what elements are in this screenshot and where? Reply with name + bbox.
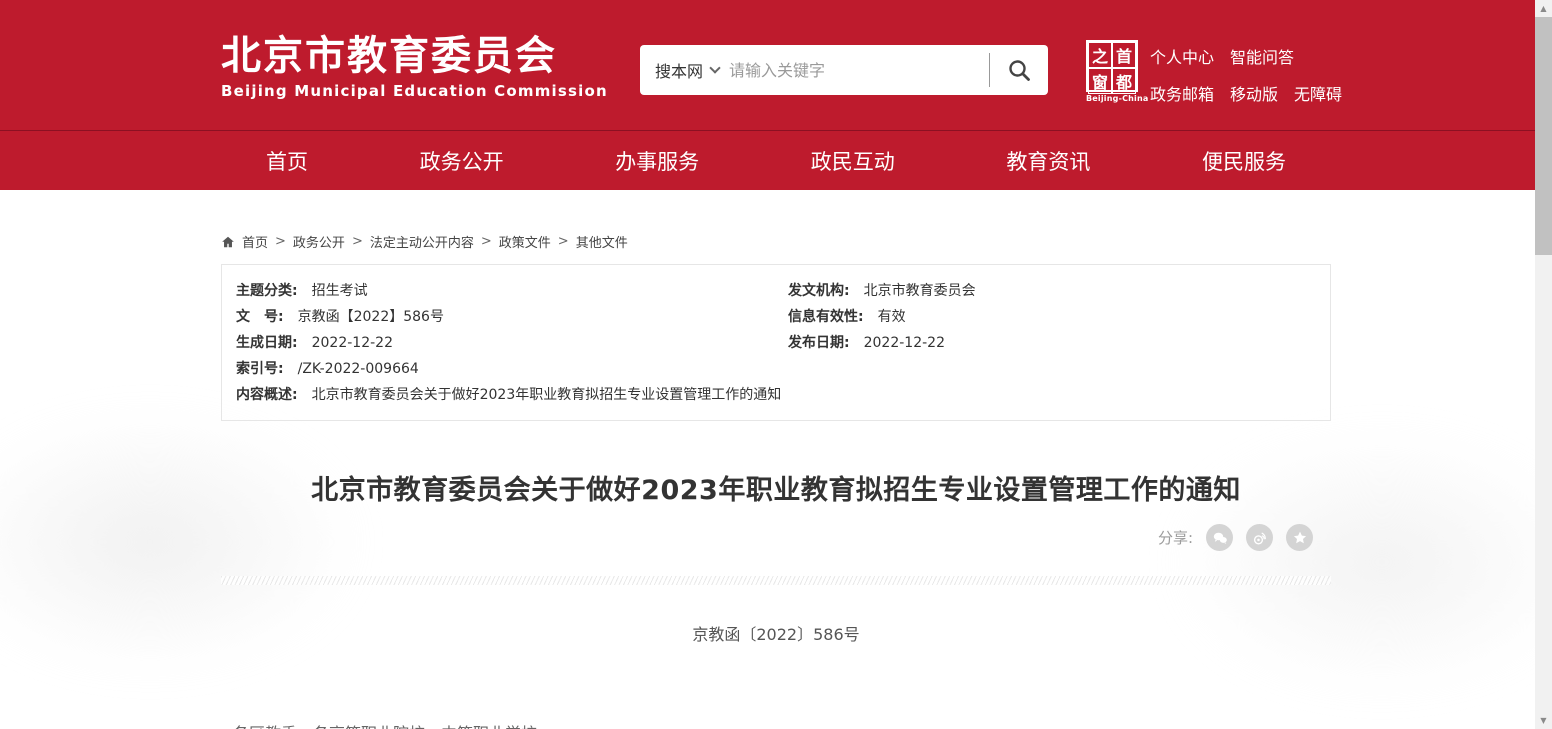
meta-field-label: 主题分类: bbox=[236, 278, 298, 304]
meta-field-label: 文 号: bbox=[236, 304, 284, 330]
site-logo[interactable]: 北京市教育委员会 Beijing Municipal Education Com… bbox=[221, 33, 608, 100]
share-label: 分享: bbox=[1158, 527, 1193, 548]
meta-field-label: 生成日期: bbox=[236, 330, 298, 356]
capital-window-cell: 窗 bbox=[1088, 68, 1112, 94]
breadcrumb-item-statutory-content[interactable]: 法定主动公开内容 bbox=[370, 232, 474, 251]
hatched-divider bbox=[221, 576, 1331, 585]
share-weibo-button[interactable] bbox=[1246, 524, 1273, 551]
article-body-line: 各区教委，各高等职业院校，中等职业学校： bbox=[221, 721, 1331, 729]
site-title: 北京市教育委员会 bbox=[221, 33, 608, 79]
scrollbar-down-arrow[interactable]: ▼ bbox=[1535, 712, 1552, 729]
capital-window-caption: Beijing-China bbox=[1086, 94, 1140, 103]
site-header: 北京市教育委员会 Beijing Municipal Education Com… bbox=[0, 0, 1552, 130]
breadcrumb-separator: > bbox=[352, 234, 363, 249]
capital-window-cell: 都 bbox=[1112, 68, 1136, 94]
document-meta-box: 主题分类: 招生考试 文 号: 京教函【2022】586号 生成日期: 2022… bbox=[221, 264, 1331, 421]
capital-window-cell: 首 bbox=[1112, 42, 1136, 68]
meta-field-value: 招生考试 bbox=[312, 278, 368, 304]
home-icon bbox=[221, 235, 235, 249]
breadcrumb-item-other-files[interactable]: 其他文件 bbox=[576, 232, 628, 251]
page: 北京市教育委员会 Beijing Municipal Education Com… bbox=[0, 0, 1552, 729]
meta-field-value: 有效 bbox=[878, 304, 906, 330]
link-personal-center[interactable]: 个人中心 bbox=[1150, 44, 1214, 68]
nav-item-services[interactable]: 办事服务 bbox=[615, 146, 699, 176]
meta-row-creation-date: 生成日期: 2022-12-22 bbox=[236, 330, 788, 356]
share-qzone-button[interactable] bbox=[1286, 524, 1313, 551]
meta-field-value: /ZK-2022-009664 bbox=[298, 356, 419, 382]
nav-item-home[interactable]: 首页 bbox=[266, 146, 308, 176]
page-title: 北京市教育委员会关于做好2023年职业教育拟招生专业设置管理工作的通知 bbox=[221, 468, 1331, 507]
breadcrumb: 首页 > 政务公开 > 法定主动公开内容 > 政策文件 > 其他文件 bbox=[221, 232, 1331, 251]
scrollbar-up-arrow[interactable]: ▲ bbox=[1535, 0, 1552, 17]
meta-field-value: 2022-12-22 bbox=[864, 330, 945, 356]
main-content: 首页 > 政务公开 > 法定主动公开内容 > 政策文件 > 其他文件 主题分类:… bbox=[0, 232, 1552, 729]
breadcrumb-separator: > bbox=[275, 234, 286, 249]
link-smart-qa[interactable]: 智能问答 bbox=[1230, 44, 1294, 68]
search-icon bbox=[1007, 58, 1031, 82]
nav-item-interaction[interactable]: 政民互动 bbox=[811, 146, 895, 176]
link-mobile-version[interactable]: 移动版 bbox=[1230, 81, 1278, 105]
nav-item-convenience[interactable]: 便民服务 bbox=[1202, 146, 1286, 176]
meta-row-validity: 信息有效性: 有效 bbox=[788, 304, 1316, 330]
breadcrumb-item-policy-files[interactable]: 政策文件 bbox=[499, 232, 551, 251]
link-accessibility[interactable]: 无障碍 bbox=[1294, 81, 1342, 105]
capital-window-grid: 之 首 窗 都 bbox=[1086, 40, 1138, 92]
meta-field-value: 北京市教育委员会关于做好2023年职业教育拟招生专业设置管理工作的通知 bbox=[312, 382, 782, 408]
search-input[interactable] bbox=[729, 61, 989, 80]
share-wechat-button[interactable] bbox=[1206, 524, 1233, 551]
meta-row-summary: 内容概述: 北京市教育委员会关于做好2023年职业教育拟招生专业设置管理工作的通… bbox=[236, 382, 1316, 408]
meta-field-label: 发文机构: bbox=[788, 278, 850, 304]
star-icon bbox=[1291, 529, 1309, 547]
meta-row-index-number: 索引号: /ZK-2022-009664 bbox=[236, 356, 788, 382]
search-bar: 搜本网 bbox=[640, 45, 1048, 95]
search-scope-label: 搜本网 bbox=[655, 58, 703, 82]
breadcrumb-separator: > bbox=[481, 234, 492, 249]
meta-row-topic: 主题分类: 招生考试 bbox=[236, 278, 788, 304]
meta-field-label: 索引号: bbox=[236, 356, 284, 382]
main-nav: 首页 政务公开 办事服务 政民互动 教育资讯 便民服务 bbox=[0, 130, 1552, 190]
capital-window-cell: 之 bbox=[1088, 42, 1112, 68]
chevron-down-icon bbox=[709, 62, 720, 73]
meta-row-doc-number: 文 号: 京教函【2022】586号 bbox=[236, 304, 788, 330]
meta-field-label: 发布日期: bbox=[788, 330, 850, 356]
meta-field-value: 2022-12-22 bbox=[312, 330, 393, 356]
meta-field-label: 内容概述: bbox=[236, 382, 298, 408]
search-button[interactable] bbox=[990, 45, 1048, 95]
document-number: 京教函〔2022〕586号 bbox=[221, 621, 1331, 645]
search-scope-dropdown[interactable]: 搜本网 bbox=[640, 58, 729, 82]
breadcrumb-separator: > bbox=[558, 234, 569, 249]
breadcrumb-item-home[interactable]: 首页 bbox=[242, 232, 268, 251]
share-row: 分享: bbox=[221, 524, 1331, 551]
meta-row-publish-date: 发布日期: 2022-12-22 bbox=[788, 330, 1316, 356]
link-gov-mail[interactable]: 政务邮箱 bbox=[1150, 81, 1214, 105]
nav-item-edu-news[interactable]: 教育资讯 bbox=[1006, 146, 1090, 176]
breadcrumb-item-gov-disclosure[interactable]: 政务公开 bbox=[293, 232, 345, 251]
meta-field-value: 京教函【2022】586号 bbox=[298, 304, 444, 330]
scrollbar-thumb[interactable] bbox=[1535, 17, 1552, 255]
scrollbar[interactable]: ▲ ▼ bbox=[1535, 0, 1552, 729]
nav-item-gov-disclosure[interactable]: 政务公开 bbox=[420, 146, 504, 176]
capital-window-logo[interactable]: 之 首 窗 都 Beijing-China bbox=[1086, 40, 1140, 103]
wechat-icon bbox=[1211, 529, 1229, 547]
weibo-icon bbox=[1251, 529, 1269, 547]
meta-field-value: 北京市教育委员会 bbox=[864, 278, 976, 304]
site-subtitle: Beijing Municipal Education Commission bbox=[221, 82, 608, 100]
meta-field-label: 信息有效性: bbox=[788, 304, 864, 330]
quick-links: 个人中心 智能问答 政务邮箱 移动版 无障碍 bbox=[1150, 44, 1342, 118]
meta-row-issuing-agency: 发文机构: 北京市教育委员会 bbox=[788, 278, 1316, 304]
